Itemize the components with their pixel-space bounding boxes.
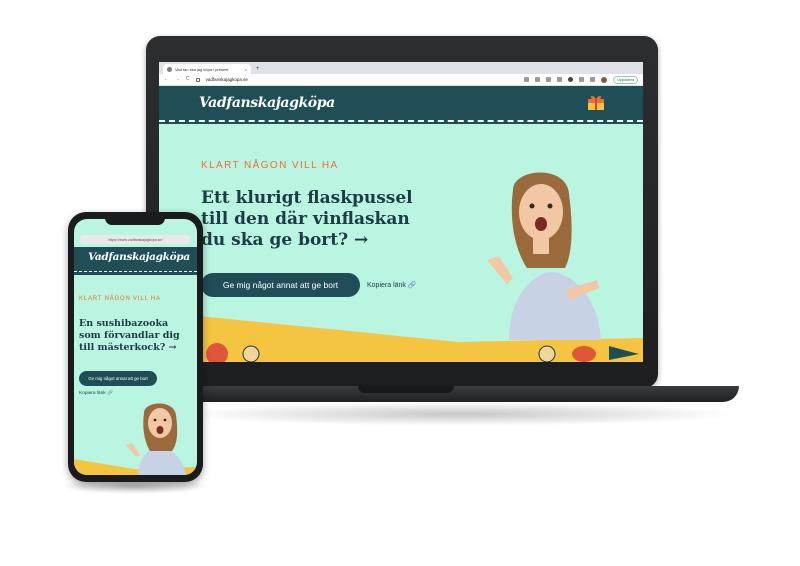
phone-hero-eyebrow: KLART NÅGON VILL HA (79, 296, 161, 302)
extension-icon[interactable] (568, 77, 574, 82)
phone-notch (105, 216, 165, 225)
zoom-icon[interactable] (535, 77, 541, 82)
puzzle-icon[interactable] (579, 77, 585, 82)
translate-icon[interactable] (524, 77, 530, 82)
browser-tab-strip: Vad fan ska jag köpa i present × + (159, 62, 643, 74)
browser-toolbar: ← → C vadfanskajagkopa.se Uppdatera (159, 74, 643, 86)
tab-title: Vad fan ska jag köpa i present (175, 66, 229, 72)
update-button[interactable]: Uppdatera (613, 75, 638, 84)
phone-url-text: https://www.vadfanskajagkopa.se/ (108, 237, 163, 242)
sidepanel-icon[interactable] (590, 77, 596, 82)
copy-link[interactable]: Kopiera länk 🔗 (367, 281, 417, 289)
back-icon[interactable]: ← (164, 77, 169, 82)
phone-hero-woman-photo (126, 403, 186, 475)
hero-headline[interactable]: Ett klurigt flaskpussel till den där vin… (201, 188, 421, 251)
address-bar[interactable]: vadfanskajagkopa.se (206, 77, 519, 82)
close-tab-icon[interactable]: × (245, 67, 247, 72)
phone-hero-headline[interactable]: En sushibazooka som förvandlar dig till … (79, 318, 193, 354)
phone-header-dashed-divider (74, 271, 197, 272)
header-dashed-divider (159, 120, 643, 122)
gift-icon[interactable] (587, 93, 605, 111)
site-header: Vadfanskajagköpa (159, 86, 643, 124)
phone-site-header: Vadfanskajagköpa (74, 247, 197, 275)
laptop-shadow (180, 402, 740, 426)
phone-copy-link[interactable]: Kopiera länk 🔗 (79, 391, 113, 396)
hero-woman-photo (487, 172, 601, 340)
phone-screen: https://www.vadfanskajagkopa.se/ Vadfans… (74, 219, 197, 475)
avatar[interactable] (601, 76, 608, 83)
forward-icon[interactable]: → (175, 77, 180, 82)
give-something-else-button[interactable]: Ge mig något annat att ge bort (201, 273, 360, 297)
favicon-icon (167, 66, 172, 72)
laptop-notch (358, 386, 454, 393)
phone-give-something-else-button[interactable]: Ge mig något annat att ge bort (79, 371, 157, 386)
bookmark-star-icon[interactable] (557, 77, 563, 82)
share-icon[interactable] (546, 77, 552, 82)
site-logo[interactable]: Vadfanskajagköpa (199, 95, 335, 111)
hero-eyebrow: KLART NÅGON VILL HA (201, 160, 339, 171)
lock-icon[interactable] (195, 77, 200, 82)
phone-address-bar[interactable]: https://www.vadfanskajagkopa.se/ (80, 235, 191, 244)
laptop-screen: Vad fan ska jag köpa i present × + ← → C… (159, 62, 643, 362)
reload-icon[interactable]: C (186, 77, 190, 82)
phone-site-logo[interactable]: Vadfanskajagköpa (88, 251, 190, 263)
new-tab-button[interactable]: + (256, 64, 260, 74)
browser-tab[interactable]: Vad fan ska jag köpa i present × (163, 64, 251, 74)
